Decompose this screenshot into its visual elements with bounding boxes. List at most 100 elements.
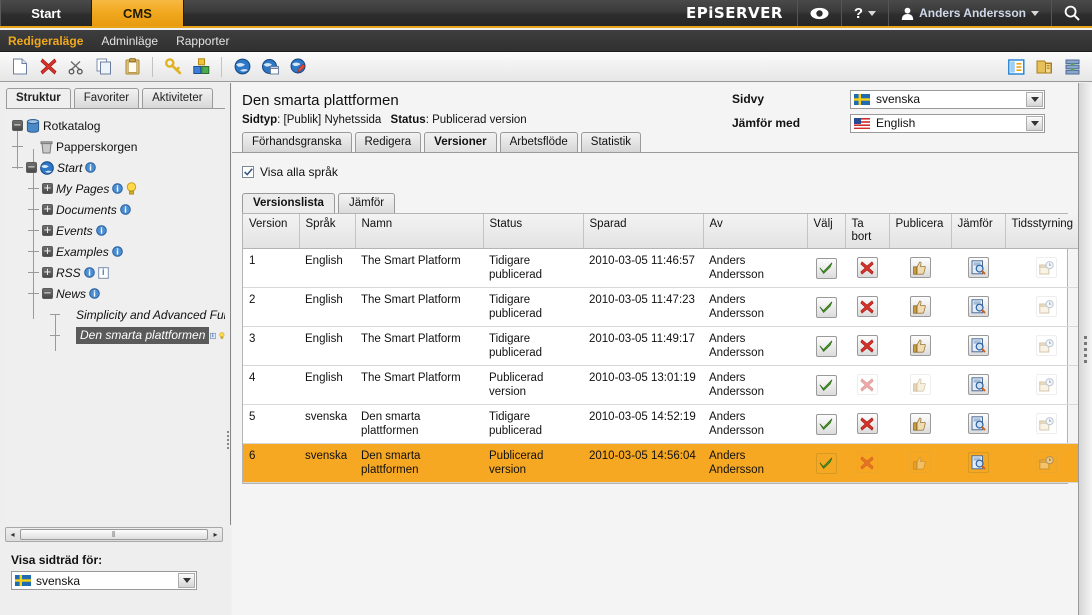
tree-node-papperskorgen[interactable]: Papperskorgen: [12, 136, 225, 157]
col-av[interactable]: Av: [703, 214, 808, 249]
tree-node-simplicity-and-advanced-fun[interactable]: Simplicity and Advanced Fun: [50, 304, 225, 325]
table-row[interactable]: 1 English The Smart Platform Tidigare publi…: [243, 248, 1087, 288]
tree-toggle-minus-icon[interactable]: −: [42, 288, 53, 299]
chevron-down-icon[interactable]: [1026, 115, 1043, 131]
mode-item-reports[interactable]: Rapporter: [176, 34, 229, 48]
mode-item-edit[interactable]: Redigeraläge: [8, 34, 83, 48]
info-badge-icon[interactable]: [85, 162, 97, 173]
delete-version-button[interactable]: [856, 296, 878, 318]
jamfor-select[interactable]: English: [850, 113, 1045, 133]
tree-node-den-smarta-plattformen[interactable]: Den smarta plattformen: [50, 325, 225, 346]
compare-version-button[interactable]: [967, 413, 989, 434]
tree-node-documents[interactable]: + Documents: [28, 199, 225, 220]
tab-struktur[interactable]: Struktur: [6, 88, 71, 108]
tree-node-rss[interactable]: + RSS: [28, 262, 225, 283]
copy-button[interactable]: [90, 54, 118, 80]
tree-horizontal-scrollbar[interactable]: ◂ ‖ ▸: [5, 527, 223, 542]
tree-toggle-minus-icon[interactable]: −: [12, 120, 23, 131]
globe-window-button[interactable]: [256, 54, 284, 80]
col-publicera[interactable]: Publicera: [889, 214, 952, 249]
tree-node-events[interactable]: + Events: [28, 220, 225, 241]
scroll-right-arrow-icon[interactable]: ▸: [209, 530, 222, 539]
tab-statistik[interactable]: Statistik: [580, 132, 642, 152]
panel-splitter-handle[interactable]: [224, 423, 231, 457]
sidvy-select[interactable]: svenska: [850, 89, 1045, 109]
lightbulb-icon[interactable]: [126, 182, 137, 195]
col-sprak[interactable]: Språk: [299, 214, 356, 249]
delete-version-button[interactable]: [856, 413, 878, 435]
compare-version-button[interactable]: [967, 452, 989, 473]
tab-favoriter[interactable]: Favoriter: [73, 88, 140, 108]
chevron-down-icon[interactable]: [178, 573, 195, 588]
document-badge-icon[interactable]: [210, 330, 217, 342]
tree-toggle-plus-icon[interactable]: +: [42, 225, 53, 236]
delete-version-button[interactable]: [856, 257, 878, 279]
lightbulb-icon[interactable]: [219, 329, 225, 342]
subtab-jamfor[interactable]: Jämför: [337, 193, 396, 213]
table-row[interactable]: 3 English The Smart Platform Tidigare publi…: [243, 326, 1087, 366]
tree-toggle-plus-icon[interactable]: +: [42, 246, 53, 257]
package-button[interactable]: [187, 54, 215, 80]
col-jamfor[interactable]: Jämför: [951, 214, 1006, 249]
table-row[interactable]: 5 svenska Den smarta plattformen Tidigare p…: [243, 404, 1087, 444]
col-namn[interactable]: Namn: [355, 214, 484, 249]
info-badge-icon[interactable]: [112, 183, 124, 194]
gadget-folder-button[interactable]: [1030, 54, 1058, 80]
cut-button[interactable]: [62, 54, 90, 80]
compare-version-button[interactable]: [967, 374, 989, 395]
new-page-button[interactable]: [6, 54, 34, 80]
table-row[interactable]: 6 svenska Den smarta plattformen Publicerad…: [243, 443, 1087, 483]
info-badge-icon[interactable]: [119, 204, 131, 215]
info-badge-icon[interactable]: [95, 225, 107, 236]
tree-toggle-plus-icon[interactable]: +: [42, 204, 53, 215]
tab-arbetsflode[interactable]: Arbetsflöde: [499, 132, 578, 152]
scroll-thumb[interactable]: ‖: [20, 529, 208, 540]
chevron-down-icon[interactable]: [1026, 91, 1043, 107]
delete-version-button[interactable]: [856, 335, 878, 357]
table-row[interactable]: 4 English The Smart Platform Publicerad ver…: [243, 365, 1087, 405]
search-button[interactable]: [1051, 0, 1092, 26]
tab-aktiviteter[interactable]: Aktiviteter: [142, 88, 213, 108]
select-version-button[interactable]: [815, 374, 837, 396]
compare-version-button[interactable]: [967, 296, 989, 317]
tab-forhandsgranska[interactable]: Förhandsgranska: [242, 132, 352, 152]
publish-version-button[interactable]: [909, 257, 931, 279]
tree-node-news[interactable]: − News: [28, 283, 225, 304]
compare-version-button[interactable]: [967, 335, 989, 356]
delete-button[interactable]: [34, 54, 62, 80]
tree-node-examples[interactable]: + Examples: [28, 241, 225, 262]
col-tabort[interactable]: Ta bort: [845, 214, 890, 249]
mode-item-admin[interactable]: Adminläge: [101, 34, 158, 48]
scroll-left-arrow-icon[interactable]: ◂: [6, 530, 19, 539]
compare-version-button[interactable]: [967, 257, 989, 278]
col-version[interactable]: Version: [243, 214, 300, 249]
preview-eye-button[interactable]: [796, 0, 841, 26]
globe-button[interactable]: [228, 54, 256, 80]
select-version-button[interactable]: [815, 296, 837, 318]
tree-toggle-minus-icon[interactable]: −: [26, 162, 37, 173]
panel-layout-button[interactable]: [1002, 54, 1030, 80]
tree-toggle-plus-icon[interactable]: +: [42, 267, 53, 278]
show-all-languages-checkbox[interactable]: [242, 166, 254, 178]
select-version-button[interactable]: [815, 413, 837, 435]
sidtree-language-select[interactable]: svenska: [11, 571, 197, 590]
col-valj[interactable]: Välj: [807, 214, 846, 249]
info-badge-icon[interactable]: [111, 246, 123, 257]
paste-button[interactable]: [118, 54, 146, 80]
publish-version-button[interactable]: [909, 296, 931, 318]
col-tidsstyrning[interactable]: Tidsstyrning: [1005, 214, 1087, 249]
server-stack-button[interactable]: [1058, 54, 1086, 80]
info-badge-icon[interactable]: [83, 267, 95, 278]
publish-version-button[interactable]: [909, 335, 931, 357]
tree-toggle-plus-icon[interactable]: +: [42, 183, 53, 194]
col-sparad[interactable]: Sparad: [583, 214, 704, 249]
key-button[interactable]: [159, 54, 187, 80]
global-tab-cms[interactable]: CMS: [92, 0, 184, 26]
select-version-button[interactable]: [815, 257, 837, 279]
publish-version-button[interactable]: [909, 413, 931, 435]
help-button[interactable]: ?: [840, 0, 888, 26]
select-version-button[interactable]: [815, 452, 837, 474]
tab-redigera[interactable]: Redigera: [354, 132, 422, 152]
tab-versioner[interactable]: Versioner: [424, 132, 497, 152]
right-splitter[interactable]: [1078, 83, 1092, 615]
